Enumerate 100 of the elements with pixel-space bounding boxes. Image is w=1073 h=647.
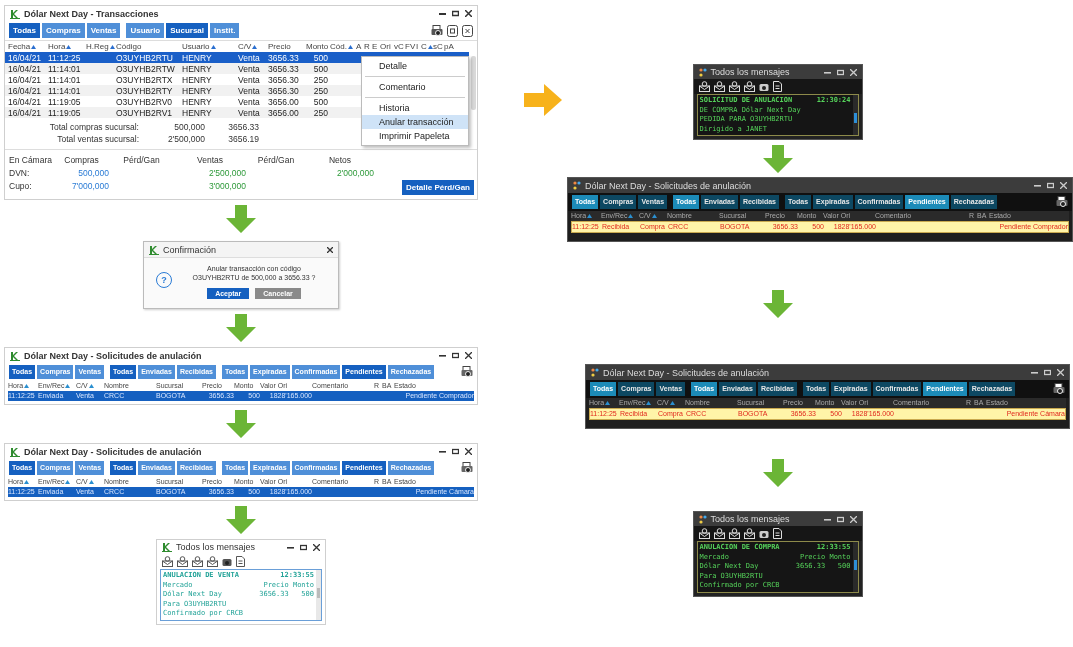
minimize-icon[interactable]: [1031, 369, 1038, 376]
column-header[interactable]: I: [416, 42, 421, 51]
printer-icon[interactable]: [431, 24, 443, 37]
summary-header: Netos: [327, 154, 353, 167]
total-amount: 500,000: [173, 121, 205, 133]
minimize-icon[interactable]: [439, 448, 446, 455]
down-arrow: [762, 145, 793, 173]
date-cell-text: 16/04/21: [8, 63, 43, 74]
summary-value: 2'000,000: [335, 167, 374, 180]
scrollbar[interactable]: [852, 542, 858, 592]
printer-icon[interactable]: [461, 366, 473, 378]
down-arrow: [226, 410, 256, 438]
side-cell-text: Venta: [238, 107, 261, 118]
column-header[interactable]: Monto: [306, 42, 330, 51]
close-icon[interactable]: [327, 246, 333, 253]
app-logo-icon: [10, 350, 20, 361]
down-arrow: [762, 459, 793, 487]
maximize-icon[interactable]: [452, 448, 459, 455]
column-header[interactable]: vC: [394, 42, 405, 51]
minimize-icon[interactable]: [439, 352, 446, 359]
printer-icon[interactable]: [758, 528, 769, 539]
column-header[interactable]: Usuario: [182, 42, 238, 51]
printer-icon[interactable]: [1053, 383, 1065, 395]
amount-cell-text: 500: [312, 63, 329, 74]
document-icon[interactable]: [236, 556, 245, 567]
down-arrow: [226, 205, 256, 233]
column-header[interactable]: Precio: [268, 42, 306, 51]
amount-cell-text: 500: [312, 52, 329, 63]
column-header[interactable]: Hora: [48, 42, 86, 51]
time-cell-text: 11:14:01: [48, 74, 82, 85]
mail-icon[interactable]: [728, 528, 740, 539]
app-logo-icon: [149, 244, 159, 255]
mail-icon[interactable]: [743, 528, 755, 539]
window-title: Todos los mensajes: [710, 67, 790, 77]
mail-icon[interactable]: [698, 528, 710, 539]
document-icon[interactable]: [447, 24, 458, 37]
app-logo-icon: [10, 446, 20, 457]
menu-item[interactable]: Anular transacción: [362, 115, 468, 129]
scrollbar[interactable]: [471, 56, 476, 110]
printer-icon[interactable]: [222, 556, 232, 567]
total-amount: 2'500,000: [166, 133, 205, 145]
mail-icon[interactable]: [743, 81, 755, 92]
details-button[interactable]: Detalle Pérd/Gan: [401, 180, 474, 195]
scrollbar[interactable]: [316, 570, 321, 620]
close-icon[interactable]: [465, 10, 472, 17]
scrollbar[interactable]: [852, 95, 858, 135]
mail-icon[interactable]: [177, 556, 188, 567]
column-header[interactable]: R: [364, 42, 372, 51]
code-cell-text: O3UYHB2RV1: [116, 107, 174, 118]
filter-tab[interactable]: Sucursal: [166, 23, 209, 38]
column-header[interactable]: H.Reg: [86, 42, 116, 51]
maximize-icon[interactable]: [452, 352, 459, 359]
code-cell-text: O3UYHB2RTY: [116, 85, 174, 96]
column-header[interactable]: Ori: [380, 42, 394, 51]
amount-cell-text: 250: [312, 107, 329, 118]
app-logo-icon: [10, 8, 20, 19]
close-icon[interactable]: [313, 543, 320, 551]
mail-icon[interactable]: [162, 556, 173, 567]
printer-icon[interactable]: [1056, 196, 1068, 208]
filter-tab[interactable]: Todas: [9, 23, 40, 38]
minimize-icon[interactable]: [439, 10, 446, 17]
mail-icon[interactable]: [698, 81, 710, 92]
user-cell-text: HENRY: [182, 74, 213, 85]
column-header[interactable]: Código: [116, 42, 182, 51]
side-cell-text: Venta: [238, 85, 261, 96]
summary-value: 3'000,000: [207, 180, 246, 193]
close-icon[interactable]: [465, 448, 472, 455]
side-cell-text: Venta: [238, 52, 261, 63]
mail-icon[interactable]: [713, 81, 725, 92]
total-label: Total compras sucursal:: [48, 121, 140, 133]
document-icon[interactable]: [462, 24, 473, 37]
column-header[interactable]: E: [372, 42, 380, 51]
app-logo-icon: [573, 181, 581, 190]
close-icon[interactable]: [465, 352, 472, 359]
code-cell-text: O3UYHB2RTX: [116, 74, 174, 85]
printer-icon[interactable]: [758, 81, 769, 92]
down-arrow: [226, 506, 256, 534]
minimize-icon[interactable]: [1034, 182, 1041, 189]
column-header[interactable]: C: [421, 42, 433, 51]
column-header[interactable]: C/V: [238, 42, 268, 51]
column-header[interactable]: sC: [433, 42, 444, 51]
maximize-icon[interactable]: [300, 543, 307, 551]
column-header[interactable]: pA: [444, 42, 455, 51]
menu-item[interactable]: Imprimir Papeleta: [362, 129, 468, 143]
time-cell-text: 11:19:05: [48, 107, 82, 118]
user-cell-text: HENRY: [182, 96, 213, 107]
mail-icon[interactable]: [713, 528, 725, 539]
column-header[interactable]: A: [356, 42, 364, 51]
column-header[interactable]: Cód.: [330, 42, 356, 51]
window-title: Todos los mensajes: [176, 542, 256, 552]
summary-label: Cupo:: [9, 180, 33, 193]
column-header[interactable]: FV: [405, 42, 416, 51]
mail-icon[interactable]: [728, 81, 740, 92]
mail-icon[interactable]: [207, 556, 218, 567]
code-cell-text: O3UYHB2RTW: [116, 63, 176, 74]
column-header[interactable]: Fecha: [8, 42, 48, 51]
printer-icon[interactable]: [461, 462, 473, 474]
side-cell-text: Venta: [238, 63, 261, 74]
maximize-icon[interactable]: [452, 10, 459, 17]
mail-icon[interactable]: [192, 556, 203, 567]
